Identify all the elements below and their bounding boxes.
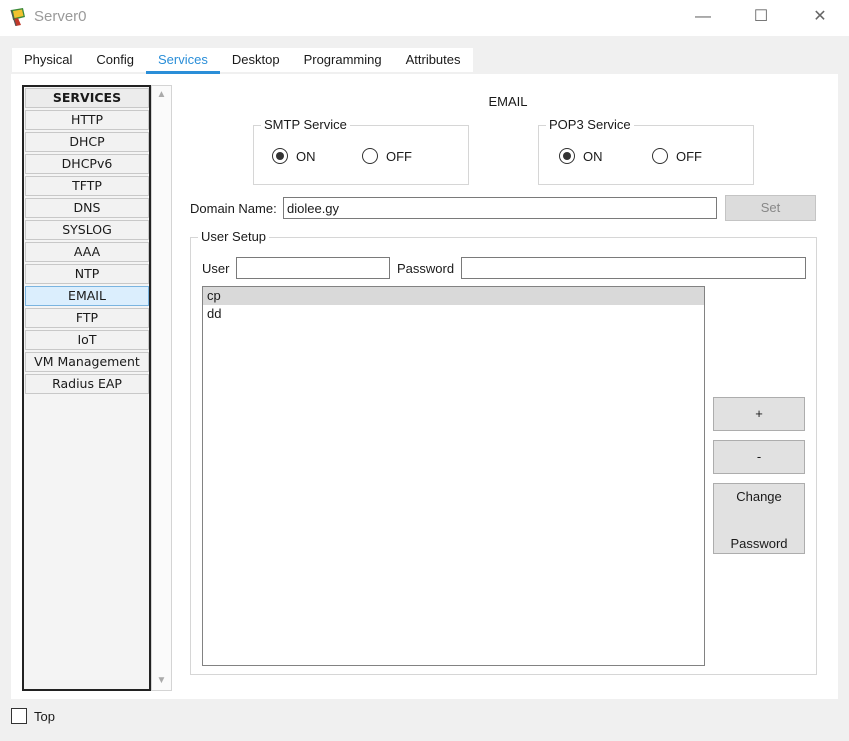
services-list: SERVICES HTTP DHCP DHCPv6 TFTP DNS SYSLO… — [22, 85, 151, 691]
service-item-dns[interactable]: DNS — [25, 198, 149, 218]
smtp-off-radio[interactable]: OFF — [362, 148, 412, 164]
tab-desktop[interactable]: Desktop — [219, 48, 292, 72]
tab-programming[interactable]: Programming — [291, 48, 394, 72]
service-item-http[interactable]: HTTP — [25, 110, 149, 130]
smtp-service-label: SMTP Service — [261, 117, 350, 132]
change-password-line1: Change — [736, 489, 782, 504]
remove-user-button[interactable]: - — [713, 440, 805, 474]
add-user-button[interactable]: + — [713, 397, 805, 431]
user-list[interactable]: cp dd — [202, 286, 705, 666]
window-client-area: Physical Config Services Desktop Program… — [0, 36, 849, 741]
checkbox-unchecked-icon — [11, 708, 27, 724]
radio-checked-icon — [559, 148, 575, 164]
user-setup-label: User Setup — [198, 229, 270, 244]
pop3-service-group: POP3 Service ON OFF — [538, 117, 754, 185]
password-input[interactable] — [461, 257, 806, 279]
services-scrollbar[interactable]: ▲ ▼ — [151, 85, 172, 691]
user-input[interactable] — [236, 257, 390, 279]
window-title: Server0 — [34, 8, 87, 25]
tab-physical[interactable]: Physical — [12, 48, 85, 72]
tab-config[interactable]: Config — [84, 48, 146, 72]
scroll-up-icon[interactable]: ▲ — [152, 86, 171, 104]
smtp-on-radio[interactable]: ON — [272, 148, 316, 164]
service-item-dhcpv6[interactable]: DHCPv6 — [25, 154, 149, 174]
service-item-tftp[interactable]: TFTP — [25, 176, 149, 196]
pop3-service-label: POP3 Service — [546, 117, 634, 132]
services-header: SERVICES — [25, 88, 149, 108]
user-setup-group: User Setup User Password cp dd + - Chang… — [190, 229, 817, 675]
set-button[interactable]: Set — [725, 195, 816, 221]
domain-name-input[interactable] — [283, 197, 717, 219]
email-config: EMAIL SMTP Service ON OFF POP3 Service O… — [180, 83, 830, 693]
service-item-dhcp[interactable]: DHCP — [25, 132, 149, 152]
password-label: Password — [397, 261, 455, 276]
user-list-item[interactable]: dd — [203, 305, 704, 323]
change-password-line2: Password — [730, 536, 788, 551]
smtp-off-label: OFF — [386, 148, 412, 164]
service-item-email[interactable]: EMAIL — [25, 286, 149, 306]
tab-services[interactable]: Services — [146, 48, 220, 74]
pop3-off-radio[interactable]: OFF — [652, 148, 702, 164]
tab-attributes[interactable]: Attributes — [393, 48, 473, 72]
service-item-vm-management[interactable]: VM Management — [25, 352, 149, 372]
user-list-item[interactable]: cp — [203, 287, 704, 305]
service-item-radius-eap[interactable]: Radius EAP — [25, 374, 149, 394]
minimize-button[interactable]: — — [690, 6, 716, 28]
domain-name-label: Domain Name: — [190, 201, 277, 216]
page-title: EMAIL — [488, 94, 528, 109]
pop3-on-label: ON — [583, 148, 603, 164]
title-bar: Server0 — ☐ ✕ — [0, 0, 849, 36]
packet-tracer-app-icon — [10, 8, 25, 26]
maximize-button[interactable]: ☐ — [748, 6, 774, 28]
service-item-ftp[interactable]: FTP — [25, 308, 149, 328]
services-panel: SERVICES HTTP DHCP DHCPv6 TFTP DNS SYSLO… — [11, 74, 838, 699]
change-password-button[interactable]: Change Password — [713, 483, 805, 554]
smtp-on-label: ON — [296, 148, 316, 164]
scroll-down-icon[interactable]: ▼ — [152, 672, 171, 690]
radio-unchecked-icon — [362, 148, 378, 164]
top-label: Top — [34, 708, 55, 724]
radio-unchecked-icon — [652, 148, 668, 164]
radio-checked-icon — [272, 148, 288, 164]
top-checkbox[interactable]: Top — [11, 708, 55, 724]
close-button[interactable]: ✕ — [807, 6, 833, 28]
user-label: User — [202, 261, 230, 276]
service-item-ntp[interactable]: NTP — [25, 264, 149, 284]
service-item-syslog[interactable]: SYSLOG — [25, 220, 149, 240]
service-item-aaa[interactable]: AAA — [25, 242, 149, 262]
tab-bar: Physical Config Services Desktop Program… — [12, 48, 473, 74]
pop3-on-radio[interactable]: ON — [559, 148, 603, 164]
smtp-service-group: SMTP Service ON OFF — [253, 117, 469, 185]
service-item-iot[interactable]: IoT — [25, 330, 149, 350]
pop3-off-label: OFF — [676, 148, 702, 164]
